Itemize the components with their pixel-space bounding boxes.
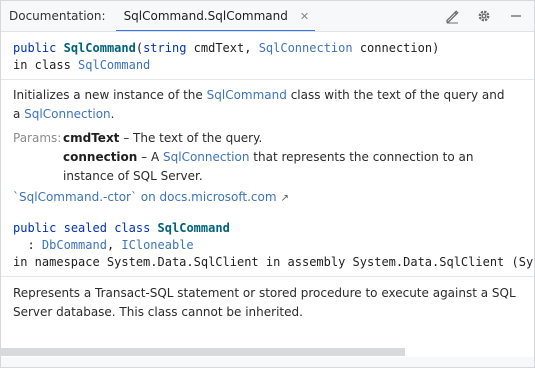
class-declaration: public sealed class SqlCommand : DbComma… [13,220,534,271]
param-name: connection [63,150,138,164]
keyword: class [114,221,151,235]
header-toolbar [444,1,524,31]
constructor-signature: public SqlCommand(string cmdText, SqlCon… [13,41,440,72]
horizontal-scrollbar[interactable] [1,347,534,357]
link-sqlconnection[interactable]: SqlConnection [24,107,110,121]
close-icon[interactable]: ✕ [294,10,315,23]
param-name: cmdText [63,131,120,145]
tab-sqlcommand[interactable]: SqlCommand.SqlCommand ✕ [115,1,316,32]
documentation-header: Documentation: SqlCommand.SqlCommand ✕ [1,1,534,32]
keyword: public [13,221,57,235]
param-row-cmdtext: Params: cmdText – The text of the query. [13,129,523,148]
method-name: SqlCommand [63,41,136,55]
in-class-label: in class [13,58,79,72]
class-name: SqlCommand [157,221,230,235]
base-link-dbcommand[interactable]: DbCommand [42,238,107,252]
keyword: string [143,41,187,55]
parameters-section: Params: cmdText – The text of the query.… [13,129,523,186]
class-summary: Represents a Transact-SQL statement or s… [13,286,516,319]
type-link-sqlconnection[interactable]: SqlConnection [259,41,353,55]
documentation-body: public SqlCommand(string cmdText, SqlCon… [1,32,534,357]
external-docs-link[interactable]: `SqlCommand.-ctor` on docs.microsoft.com… [13,190,289,204]
keyword: public [13,41,57,55]
scrollbar-thumb[interactable] [1,348,405,356]
interface-link-icloneable[interactable]: ICloneable [121,238,193,252]
edit-icon[interactable] [444,8,460,24]
link-sqlconnection[interactable]: SqlConnection [163,150,249,164]
divider [1,79,534,80]
namespace-line: in namespace System.Data.SqlClient in as… [13,255,534,269]
tab-label[interactable]: SqlCommand.SqlCommand [116,9,294,23]
param-description: – The text of the query. [119,131,263,145]
external-link-icon: ↗ [280,193,289,204]
params-label: Params: [13,131,62,145]
param-text: cmdText, [186,41,259,55]
link-sqlcommand[interactable]: SqlCommand [207,88,287,102]
gear-icon[interactable] [476,8,492,24]
param-text: connection) [352,41,440,55]
minimize-icon[interactable] [508,8,524,24]
documentation-label: Documentation: [9,9,106,23]
documentation-popup: Documentation: SqlCommand.SqlCommand ✕ p… [0,0,535,368]
param-row-connection: connection – A SqlConnection that repres… [63,150,474,183]
keyword: sealed [63,221,107,235]
divider [1,276,534,277]
constructor-summary: Initializes a new instance of the SqlCom… [13,88,505,121]
class-link-sqlcommand[interactable]: SqlCommand [78,58,150,72]
